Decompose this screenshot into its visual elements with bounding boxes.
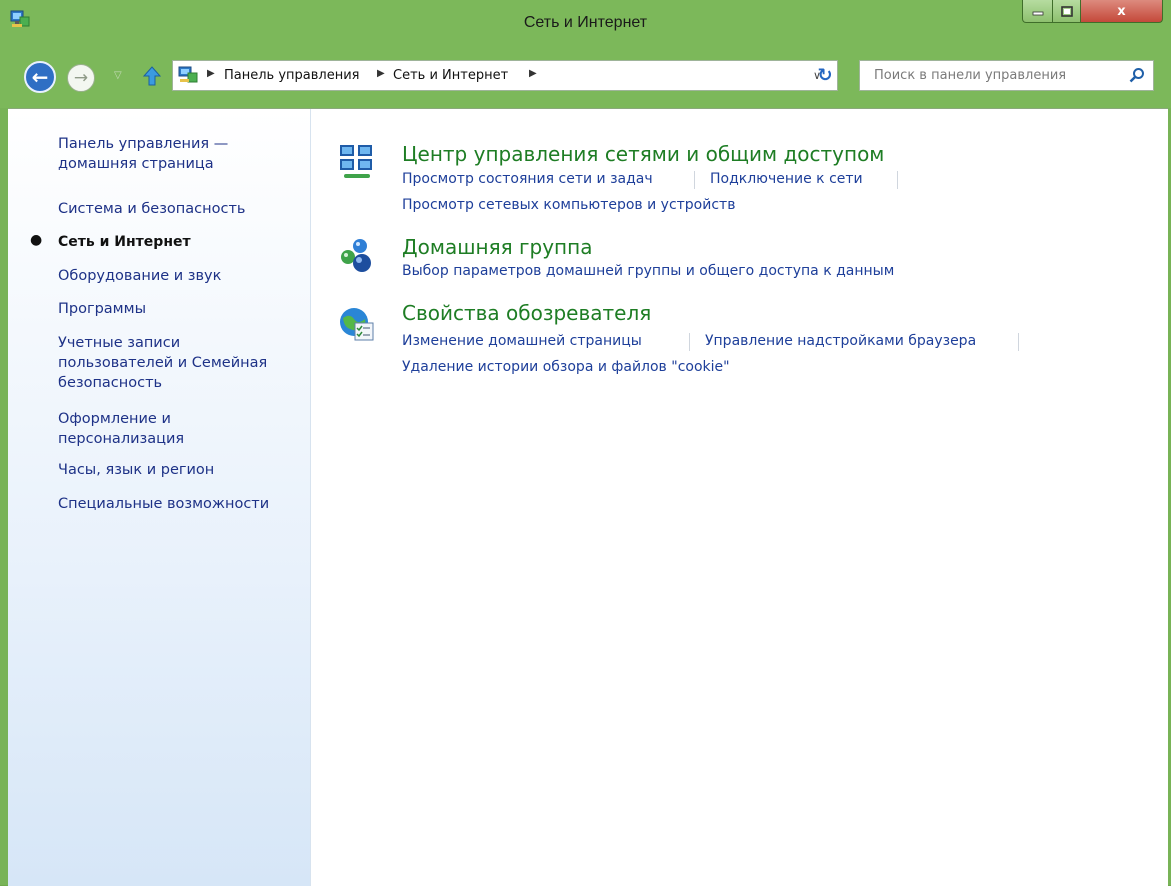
category-title-homegroup[interactable]: Домашняя группа: [402, 235, 592, 259]
sidebar-item-label: персонализация: [58, 431, 185, 447]
link-separator: [1018, 333, 1019, 351]
back-button[interactable]: ←: [24, 61, 56, 93]
link-connect-network[interactable]: Подключение к сети: [710, 171, 863, 187]
title-bar[interactable]: Сеть и Интернет x: [0, 0, 1171, 48]
control-panel-icon: [178, 66, 198, 83]
breadcrumb-separator-icon[interactable]: ▶: [377, 68, 385, 79]
sidebar-item-hardware[interactable]: Оборудование и звук: [58, 266, 221, 286]
sidebar-item-accessibility[interactable]: Специальные возможности: [58, 494, 269, 514]
search-box[interactable]: Поиск в панели управления: [859, 60, 1154, 91]
forward-button[interactable]: →: [67, 64, 95, 92]
sidebar-item-label: пользователей и Семейная: [58, 355, 268, 371]
sidebar-item-label: безопасность: [58, 375, 163, 391]
link-manage-addons[interactable]: Управление надстройками браузера: [705, 333, 976, 349]
maximize-icon: [1060, 5, 1073, 17]
sidebar: Панель управления — домашняя страница Си…: [8, 109, 311, 886]
link-network-computers[interactable]: Просмотр сетевых компьютеров и устройств: [402, 197, 735, 213]
breadcrumb-control-panel[interactable]: Панель управления: [224, 68, 360, 83]
window: Сеть и Интернет x ← → ▽ ▶ Панель управле…: [0, 0, 1171, 886]
close-icon: x: [1117, 3, 1126, 19]
category-title-network-center[interactable]: Центр управления сетями и общим доступом: [402, 142, 884, 166]
link-separator: [689, 333, 690, 351]
refresh-icon: ↻: [817, 65, 833, 86]
internet-options-icon[interactable]: [338, 305, 376, 343]
minimize-button[interactable]: [1022, 0, 1053, 23]
window-title: Сеть и Интернет: [523, 14, 648, 31]
minimize-icon: [1032, 11, 1043, 16]
homegroup-icon[interactable]: [338, 236, 376, 274]
category-title-internet-options[interactable]: Свойства обозревателя: [402, 301, 651, 325]
link-network-status[interactable]: Просмотр состояния сети и задач: [402, 171, 653, 187]
main-panel: Центр управления сетями и общим доступом…: [312, 109, 1168, 886]
forward-arrow-icon: →: [73, 68, 89, 88]
link-separator: [897, 171, 898, 189]
link-change-homepage[interactable]: Изменение домашней страницы: [402, 333, 642, 349]
sidebar-item-label: домашняя страница: [58, 156, 214, 172]
sidebar-item-programs[interactable]: Программы: [58, 299, 146, 319]
network-center-icon[interactable]: [338, 143, 376, 181]
back-arrow-icon: ←: [31, 65, 49, 89]
sidebar-item-security[interactable]: Система и безопасность: [58, 199, 245, 219]
breadcrumb-separator-icon[interactable]: ▶: [529, 68, 537, 79]
sidebar-item-accounts[interactable]: Учетные записи пользователей и Семейная …: [58, 333, 267, 393]
search-input[interactable]: Поиск в панели управления: [874, 68, 1066, 83]
sidebar-item-label: Учетные записи: [58, 335, 181, 351]
maximize-button[interactable]: [1052, 0, 1081, 23]
sidebar-item-appearance[interactable]: Оформление и персонализация: [58, 409, 184, 449]
recent-pages-dropdown[interactable]: ▽: [114, 70, 122, 81]
sidebar-item-label: Оформление и: [58, 411, 171, 427]
refresh-button[interactable]: ↻: [812, 60, 838, 91]
sidebar-item-label: Панель управления —: [58, 136, 229, 152]
sidebar-item-clock[interactable]: Часы, язык и регион: [58, 460, 214, 480]
close-button[interactable]: x: [1080, 0, 1163, 23]
sidebar-item-home[interactable]: Панель управления — домашняя страница: [58, 134, 228, 174]
breadcrumb-separator-icon[interactable]: ▶: [207, 68, 215, 79]
link-homegroup-settings[interactable]: Выбор параметров домашней группы и общег…: [402, 263, 894, 279]
content-area: Панель управления — домашняя страница Си…: [8, 108, 1168, 886]
link-separator: [694, 171, 695, 189]
address-bar[interactable]: ▶ Панель управления ▶ Сеть и Интернет ▶ …: [172, 60, 838, 91]
sidebar-item-network: Сеть и Интернет: [58, 234, 191, 250]
navigation-bar: ← → ▽ ▶ Панель управления ▶ Сеть и Интер…: [0, 48, 1171, 108]
current-item-bullet: ●: [30, 232, 43, 248]
link-delete-history[interactable]: Удаление истории обзора и файлов "cookie…: [402, 359, 730, 375]
search-icon[interactable]: [1129, 67, 1145, 83]
up-arrow-icon[interactable]: [143, 66, 161, 86]
breadcrumb-network[interactable]: Сеть и Интернет: [393, 68, 508, 83]
